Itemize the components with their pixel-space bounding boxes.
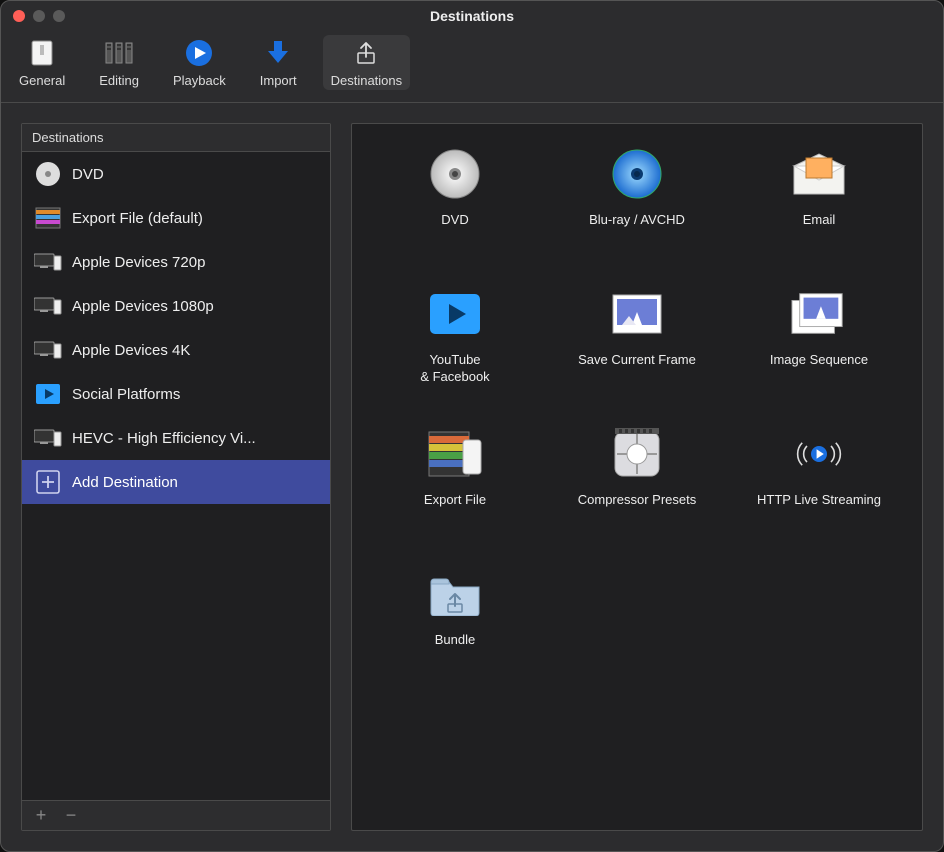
bundle-folder-icon bbox=[427, 566, 483, 622]
tab-destinations[interactable]: Destinations bbox=[323, 35, 411, 90]
import-icon bbox=[262, 37, 294, 69]
grid-item-label: HTTP Live Streaming bbox=[757, 492, 881, 509]
apple-devices-icon bbox=[34, 248, 62, 276]
tab-label: Editing bbox=[99, 73, 139, 88]
destination-templates-grid: DVD Blu-ray / AVCHD Email YouTube & Face… bbox=[351, 123, 923, 831]
grid-item-label: Export File bbox=[424, 492, 486, 509]
grid-item-label: Email bbox=[803, 212, 836, 229]
sidebar-footer: + − bbox=[22, 800, 330, 830]
preferences-window: Destinations General bbox=[0, 0, 944, 852]
grid-item-label: DVD bbox=[441, 212, 468, 229]
sidebar-item-label: Apple Devices 720p bbox=[72, 254, 318, 271]
bluray-disc-icon bbox=[609, 146, 665, 202]
sidebar-list: DVD Export File (default) Apple Devices … bbox=[22, 152, 330, 800]
tab-label: Import bbox=[260, 73, 297, 88]
email-icon bbox=[791, 146, 847, 202]
apple-devices-icon bbox=[34, 424, 62, 452]
export-file-icon bbox=[34, 204, 62, 232]
destinations-icon bbox=[350, 37, 382, 69]
social-video-icon bbox=[34, 380, 62, 408]
grid-item-label: Compressor Presets bbox=[578, 492, 696, 509]
grid-item-bundle[interactable]: Bundle bbox=[364, 566, 546, 696]
image-sequence-icon bbox=[791, 286, 847, 342]
grid-item-http-streaming[interactable]: HTTP Live Streaming bbox=[728, 426, 910, 556]
grid-item-label: Save Current Frame bbox=[578, 352, 696, 369]
compressor-icon bbox=[609, 426, 665, 482]
save-frame-icon bbox=[609, 286, 665, 342]
grid-item-label: Bundle bbox=[435, 632, 475, 649]
sidebar-item-add-destination[interactable]: Add Destination bbox=[22, 460, 330, 504]
grid-item-label: YouTube & Facebook bbox=[420, 352, 489, 386]
content-area: Destinations DVD Export File (default) bbox=[1, 103, 943, 851]
sidebar-item-apple-720p[interactable]: Apple Devices 720p bbox=[22, 240, 330, 284]
apple-devices-icon bbox=[34, 336, 62, 364]
sidebar-item-label: HEVC - High Efficiency Vi... bbox=[72, 430, 318, 447]
sidebar-item-social[interactable]: Social Platforms bbox=[22, 372, 330, 416]
tab-label: Destinations bbox=[331, 73, 403, 88]
window-title: Destinations bbox=[1, 8, 943, 24]
editing-icon bbox=[103, 37, 135, 69]
grid-item-label: Blu-ray / AVCHD bbox=[589, 212, 685, 229]
add-button[interactable]: + bbox=[32, 805, 50, 826]
sidebar-item-export-file[interactable]: Export File (default) bbox=[22, 196, 330, 240]
preferences-toolbar: General Editing bbox=[1, 31, 943, 103]
destinations-sidebar: Destinations DVD Export File (default) bbox=[21, 123, 331, 831]
add-plus-icon bbox=[34, 468, 62, 496]
sidebar-item-label: Export File (default) bbox=[72, 210, 318, 227]
grid-item-label: Image Sequence bbox=[770, 352, 868, 369]
playback-icon bbox=[183, 37, 215, 69]
sidebar-header: Destinations bbox=[22, 124, 330, 152]
grid-item-bluray[interactable]: Blu-ray / AVCHD bbox=[546, 146, 728, 276]
sidebar-item-hevc[interactable]: HEVC - High Efficiency Vi... bbox=[22, 416, 330, 460]
tab-general[interactable]: General bbox=[11, 35, 73, 90]
tab-label: Playback bbox=[173, 73, 226, 88]
social-video-icon bbox=[427, 286, 483, 342]
sidebar-item-label: Social Platforms bbox=[72, 386, 318, 403]
grid-item-dvd[interactable]: DVD bbox=[364, 146, 546, 276]
sidebar-item-label: DVD bbox=[72, 166, 318, 183]
tab-editing[interactable]: Editing bbox=[91, 35, 147, 90]
remove-button[interactable]: − bbox=[62, 805, 80, 826]
tab-import[interactable]: Import bbox=[252, 35, 305, 90]
sidebar-item-apple-4k[interactable]: Apple Devices 4K bbox=[22, 328, 330, 372]
dvd-disc-icon bbox=[34, 160, 62, 188]
sidebar-item-apple-1080p[interactable]: Apple Devices 1080p bbox=[22, 284, 330, 328]
dvd-disc-icon bbox=[427, 146, 483, 202]
tab-label: General bbox=[19, 73, 65, 88]
general-icon bbox=[26, 37, 58, 69]
http-stream-icon bbox=[791, 426, 847, 482]
sidebar-item-label: Apple Devices 1080p bbox=[72, 298, 318, 315]
titlebar: Destinations bbox=[1, 1, 943, 31]
grid-item-compressor[interactable]: Compressor Presets bbox=[546, 426, 728, 556]
sidebar-item-dvd[interactable]: DVD bbox=[22, 152, 330, 196]
grid-item-image-sequence[interactable]: Image Sequence bbox=[728, 286, 910, 416]
apple-devices-icon bbox=[34, 292, 62, 320]
grid-item-youtube-facebook[interactable]: YouTube & Facebook bbox=[364, 286, 546, 416]
grid-item-save-frame[interactable]: Save Current Frame bbox=[546, 286, 728, 416]
sidebar-item-label: Apple Devices 4K bbox=[72, 342, 318, 359]
sidebar-item-label: Add Destination bbox=[72, 474, 318, 491]
export-file-icon bbox=[427, 426, 483, 482]
tab-playback[interactable]: Playback bbox=[165, 35, 234, 90]
grid-item-email[interactable]: Email bbox=[728, 146, 910, 276]
grid-item-export-file[interactable]: Export File bbox=[364, 426, 546, 556]
